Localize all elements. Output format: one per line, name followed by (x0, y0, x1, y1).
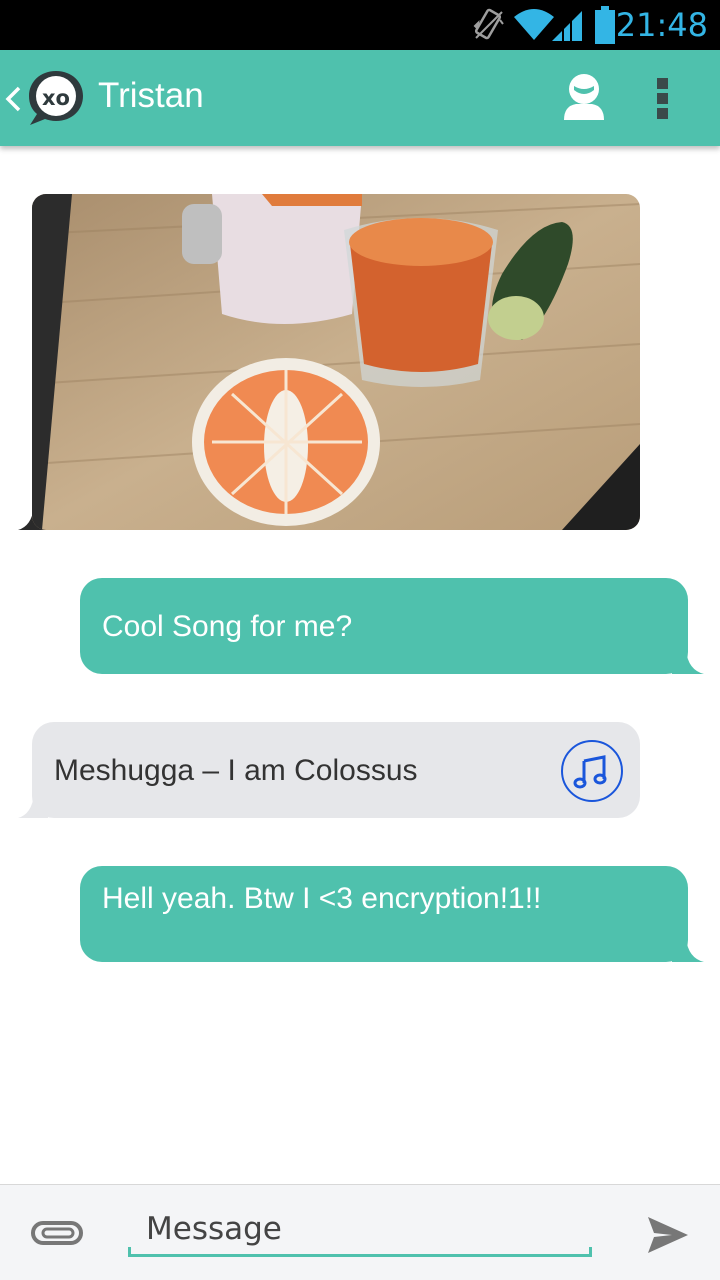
overflow-menu-icon[interactable] (656, 78, 670, 120)
input-underline-edge (589, 1247, 592, 1257)
status-bar: 21:48 (0, 0, 720, 50)
image-message[interactable] (32, 194, 640, 530)
vibrate-icon (473, 8, 504, 40)
message-input[interactable] (128, 1203, 592, 1257)
attachment-icon[interactable] (30, 1219, 84, 1247)
back-arrow-icon[interactable] (4, 84, 22, 114)
status-time: 21:48 (615, 6, 708, 44)
message-text: Hell yeah. Btw I <3 encryption!1!! (102, 882, 542, 915)
input-underline-edge (128, 1247, 131, 1257)
battery-icon (595, 6, 615, 44)
contact-profile-icon[interactable] (562, 72, 606, 122)
xo-logo-icon[interactable]: xo (26, 68, 86, 128)
audio-title: Meshugga – I am Colossus (54, 754, 418, 787)
message-composer (0, 1184, 720, 1280)
send-icon[interactable] (646, 1215, 690, 1255)
svg-text:xo: xo (42, 86, 70, 110)
outgoing-message[interactable]: Hell yeah. Btw I <3 encryption!1!! (80, 866, 688, 962)
app-bar: xo Tristan (0, 50, 720, 146)
audio-message[interactable]: Meshugga – I am Colossus (32, 722, 640, 818)
wifi-icon (514, 9, 554, 40)
signal-icon (552, 10, 582, 42)
bubble-tail (672, 938, 704, 962)
bubble-tail (672, 650, 704, 674)
music-note-icon[interactable] (560, 739, 624, 803)
outgoing-message[interactable]: Cool Song for me? (80, 578, 688, 674)
message-text: Cool Song for me? (102, 610, 353, 643)
contact-name-title: Tristan (98, 76, 204, 115)
photo-juice-grapefruit (32, 194, 640, 530)
